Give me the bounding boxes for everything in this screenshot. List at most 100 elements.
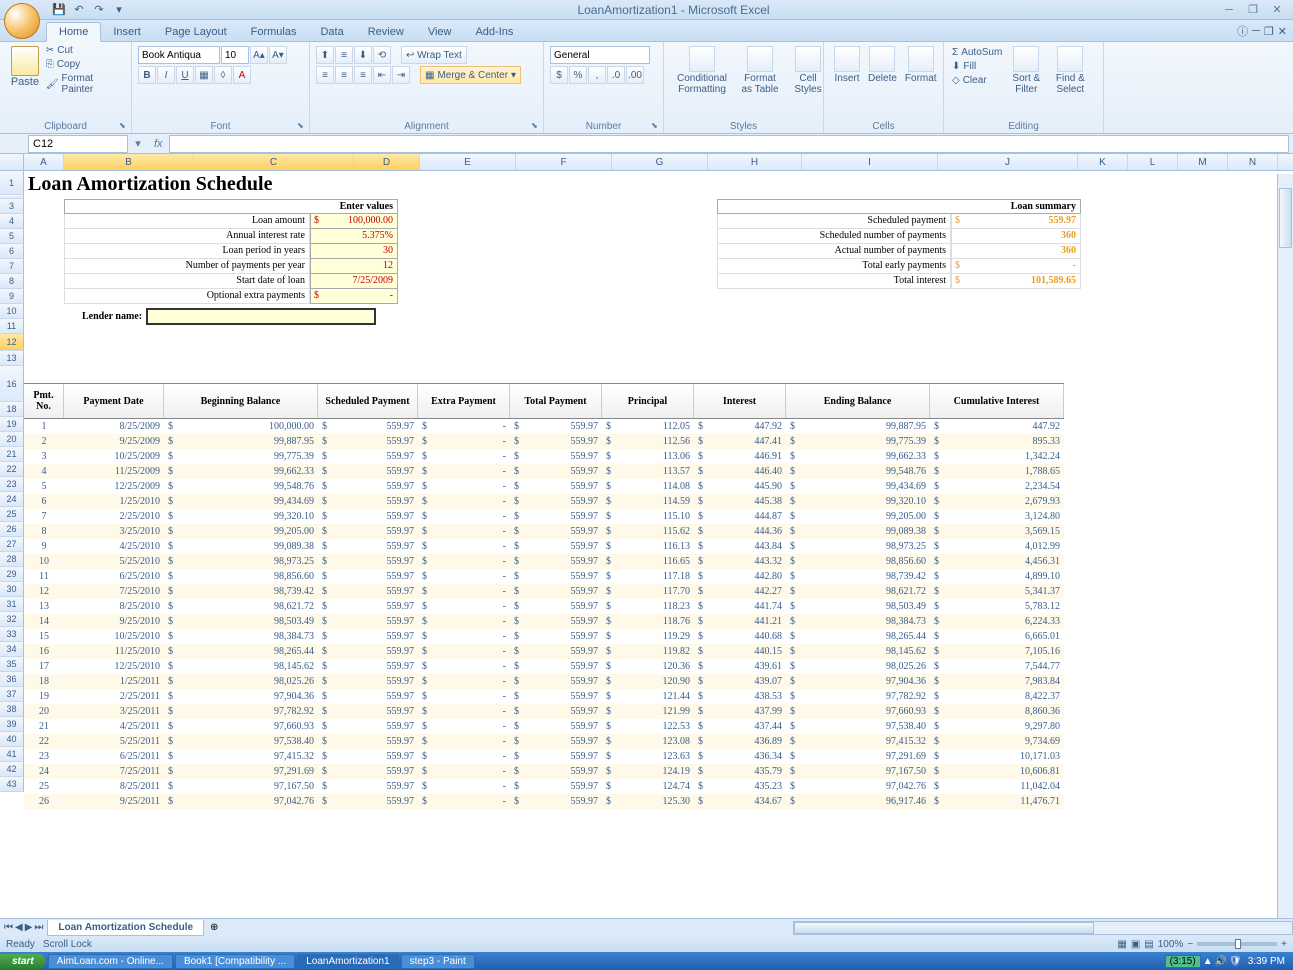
cell[interactable]: 21 bbox=[24, 719, 64, 734]
col-header-D[interactable]: D bbox=[354, 154, 420, 170]
cell[interactable]: $- bbox=[418, 509, 510, 524]
tab-prev-button[interactable]: ◀ bbox=[15, 922, 23, 933]
cell[interactable]: $446.40 bbox=[694, 464, 786, 479]
row-header[interactable]: 12 bbox=[0, 334, 24, 351]
new-sheet-button[interactable]: ⊕ bbox=[204, 922, 224, 933]
align-center-button[interactable]: ≡ bbox=[335, 66, 353, 84]
cell[interactable]: $- bbox=[418, 554, 510, 569]
doc-close-button[interactable]: ✕ bbox=[1278, 25, 1287, 38]
cell[interactable]: $99,662.33 bbox=[786, 449, 930, 464]
cell[interactable]: $97,782.92 bbox=[164, 704, 318, 719]
amort-row[interactable]: 258/25/2011$97,167.50$559.97$-$559.97$12… bbox=[24, 779, 1064, 794]
taskbar-item[interactable]: LoanAmortization1 bbox=[297, 954, 398, 969]
cell[interactable]: $- bbox=[418, 764, 510, 779]
clear-button[interactable]: ◇Clear bbox=[950, 74, 1004, 87]
amort-row[interactable]: 29/25/2009$99,887.95$559.97$-$559.97$112… bbox=[24, 434, 1064, 449]
cell[interactable]: $98,973.25 bbox=[786, 539, 930, 554]
cell[interactable]: 9 bbox=[24, 539, 64, 554]
cell[interactable]: $445.90 bbox=[694, 479, 786, 494]
cell[interactable]: 12 bbox=[24, 584, 64, 599]
clipboard-dialog-launcher[interactable]: ⬊ bbox=[119, 121, 129, 131]
tab-data[interactable]: Data bbox=[308, 23, 355, 41]
row-header[interactable]: 36 bbox=[0, 672, 24, 687]
cell[interactable]: 4/25/2011 bbox=[64, 719, 164, 734]
cell[interactable]: $559.97 bbox=[318, 734, 418, 749]
cell[interactable]: $98,621.72 bbox=[786, 584, 930, 599]
cell[interactable]: $98,145.62 bbox=[786, 644, 930, 659]
tab-last-button[interactable]: ⏭ bbox=[34, 922, 43, 933]
cell[interactable]: 11/25/2009 bbox=[64, 464, 164, 479]
cell[interactable]: $- bbox=[418, 614, 510, 629]
cell[interactable]: $98,973.25 bbox=[164, 554, 318, 569]
col-header-L[interactable]: L bbox=[1128, 154, 1178, 170]
row-header[interactable]: 26 bbox=[0, 522, 24, 537]
sort-filter-button[interactable]: Sort & Filter bbox=[1004, 44, 1048, 97]
amort-row[interactable]: 18/25/2009$100,000.00$559.97$-$559.97$11… bbox=[24, 419, 1064, 434]
cell[interactable]: $- bbox=[418, 569, 510, 584]
row-header[interactable]: 21 bbox=[0, 447, 24, 462]
cell[interactable]: $112.05 bbox=[602, 419, 694, 434]
cell[interactable]: $97,167.50 bbox=[164, 779, 318, 794]
cell[interactable]: $559.97 bbox=[510, 524, 602, 539]
cell[interactable]: $559.97 bbox=[510, 539, 602, 554]
cell[interactable]: 25 bbox=[24, 779, 64, 794]
cell[interactable]: $116.65 bbox=[602, 554, 694, 569]
amort-row[interactable]: 236/25/2011$97,415.32$559.97$-$559.97$12… bbox=[24, 749, 1064, 764]
cell[interactable]: $11,476.71 bbox=[930, 794, 1064, 809]
cell[interactable]: $- bbox=[418, 749, 510, 764]
cell[interactable]: $- bbox=[418, 434, 510, 449]
cell[interactable]: 3/25/2010 bbox=[64, 524, 164, 539]
cell[interactable]: $437.44 bbox=[694, 719, 786, 734]
amort-row[interactable]: 1712/25/2010$98,145.62$559.97$-$559.97$1… bbox=[24, 659, 1064, 674]
cell[interactable]: $123.08 bbox=[602, 734, 694, 749]
cell[interactable]: $99,205.00 bbox=[786, 509, 930, 524]
cell[interactable]: $98,503.49 bbox=[164, 614, 318, 629]
cell[interactable]: $435.79 bbox=[694, 764, 786, 779]
cell[interactable]: $- bbox=[418, 419, 510, 434]
cell[interactable]: $- bbox=[418, 479, 510, 494]
align-top-button[interactable]: ⬆ bbox=[316, 46, 334, 64]
cell[interactable]: $11,042.04 bbox=[930, 779, 1064, 794]
cell[interactable]: 20 bbox=[24, 704, 64, 719]
cell[interactable]: 9/25/2010 bbox=[64, 614, 164, 629]
cell[interactable]: $559.97 bbox=[510, 704, 602, 719]
cell[interactable]: $442.27 bbox=[694, 584, 786, 599]
cell[interactable]: 1/25/2010 bbox=[64, 494, 164, 509]
cell[interactable]: $99,775.39 bbox=[164, 449, 318, 464]
zoom-out-button[interactable]: − bbox=[1187, 939, 1193, 950]
cell[interactable]: $- bbox=[418, 719, 510, 734]
cell[interactable]: $559.97 bbox=[318, 464, 418, 479]
cell[interactable]: $444.36 bbox=[694, 524, 786, 539]
cell[interactable]: 2/25/2011 bbox=[64, 689, 164, 704]
enter-value-input[interactable]: 12 bbox=[310, 259, 398, 274]
cell[interactable]: $559.97 bbox=[318, 614, 418, 629]
cell[interactable]: 8/25/2011 bbox=[64, 779, 164, 794]
format-as-table-button[interactable]: Format as Table bbox=[734, 44, 786, 97]
cell[interactable]: 5 bbox=[24, 479, 64, 494]
cell[interactable]: $559.97 bbox=[510, 689, 602, 704]
vertical-scrollbar[interactable] bbox=[1277, 174, 1293, 918]
cell[interactable]: $98,739.42 bbox=[786, 569, 930, 584]
cell[interactable]: $97,904.36 bbox=[786, 674, 930, 689]
cell[interactable]: $98,025.26 bbox=[164, 674, 318, 689]
cell[interactable]: 15 bbox=[24, 629, 64, 644]
percent-button[interactable]: % bbox=[569, 66, 587, 84]
row-header[interactable]: 33 bbox=[0, 627, 24, 642]
cell[interactable]: 22 bbox=[24, 734, 64, 749]
col-header-C[interactable]: C bbox=[194, 154, 354, 170]
cell[interactable]: $98,265.44 bbox=[786, 629, 930, 644]
cell[interactable]: $119.82 bbox=[602, 644, 694, 659]
row-header[interactable]: 34 bbox=[0, 642, 24, 657]
office-button[interactable] bbox=[4, 3, 40, 39]
cell[interactable]: $- bbox=[418, 734, 510, 749]
doc-restore-button[interactable]: ❐ bbox=[1264, 25, 1274, 38]
cell[interactable]: $- bbox=[418, 584, 510, 599]
row-header[interactable]: 19 bbox=[0, 417, 24, 432]
cell[interactable]: $437.99 bbox=[694, 704, 786, 719]
row-header[interactable]: 31 bbox=[0, 597, 24, 612]
fill-button[interactable]: ⬇Fill bbox=[950, 60, 1004, 73]
cell[interactable]: $559.97 bbox=[318, 449, 418, 464]
autosum-button[interactable]: ΣAutoSum bbox=[950, 46, 1004, 59]
row-header[interactable]: 18 bbox=[0, 402, 24, 417]
cell[interactable]: $- bbox=[418, 794, 510, 809]
